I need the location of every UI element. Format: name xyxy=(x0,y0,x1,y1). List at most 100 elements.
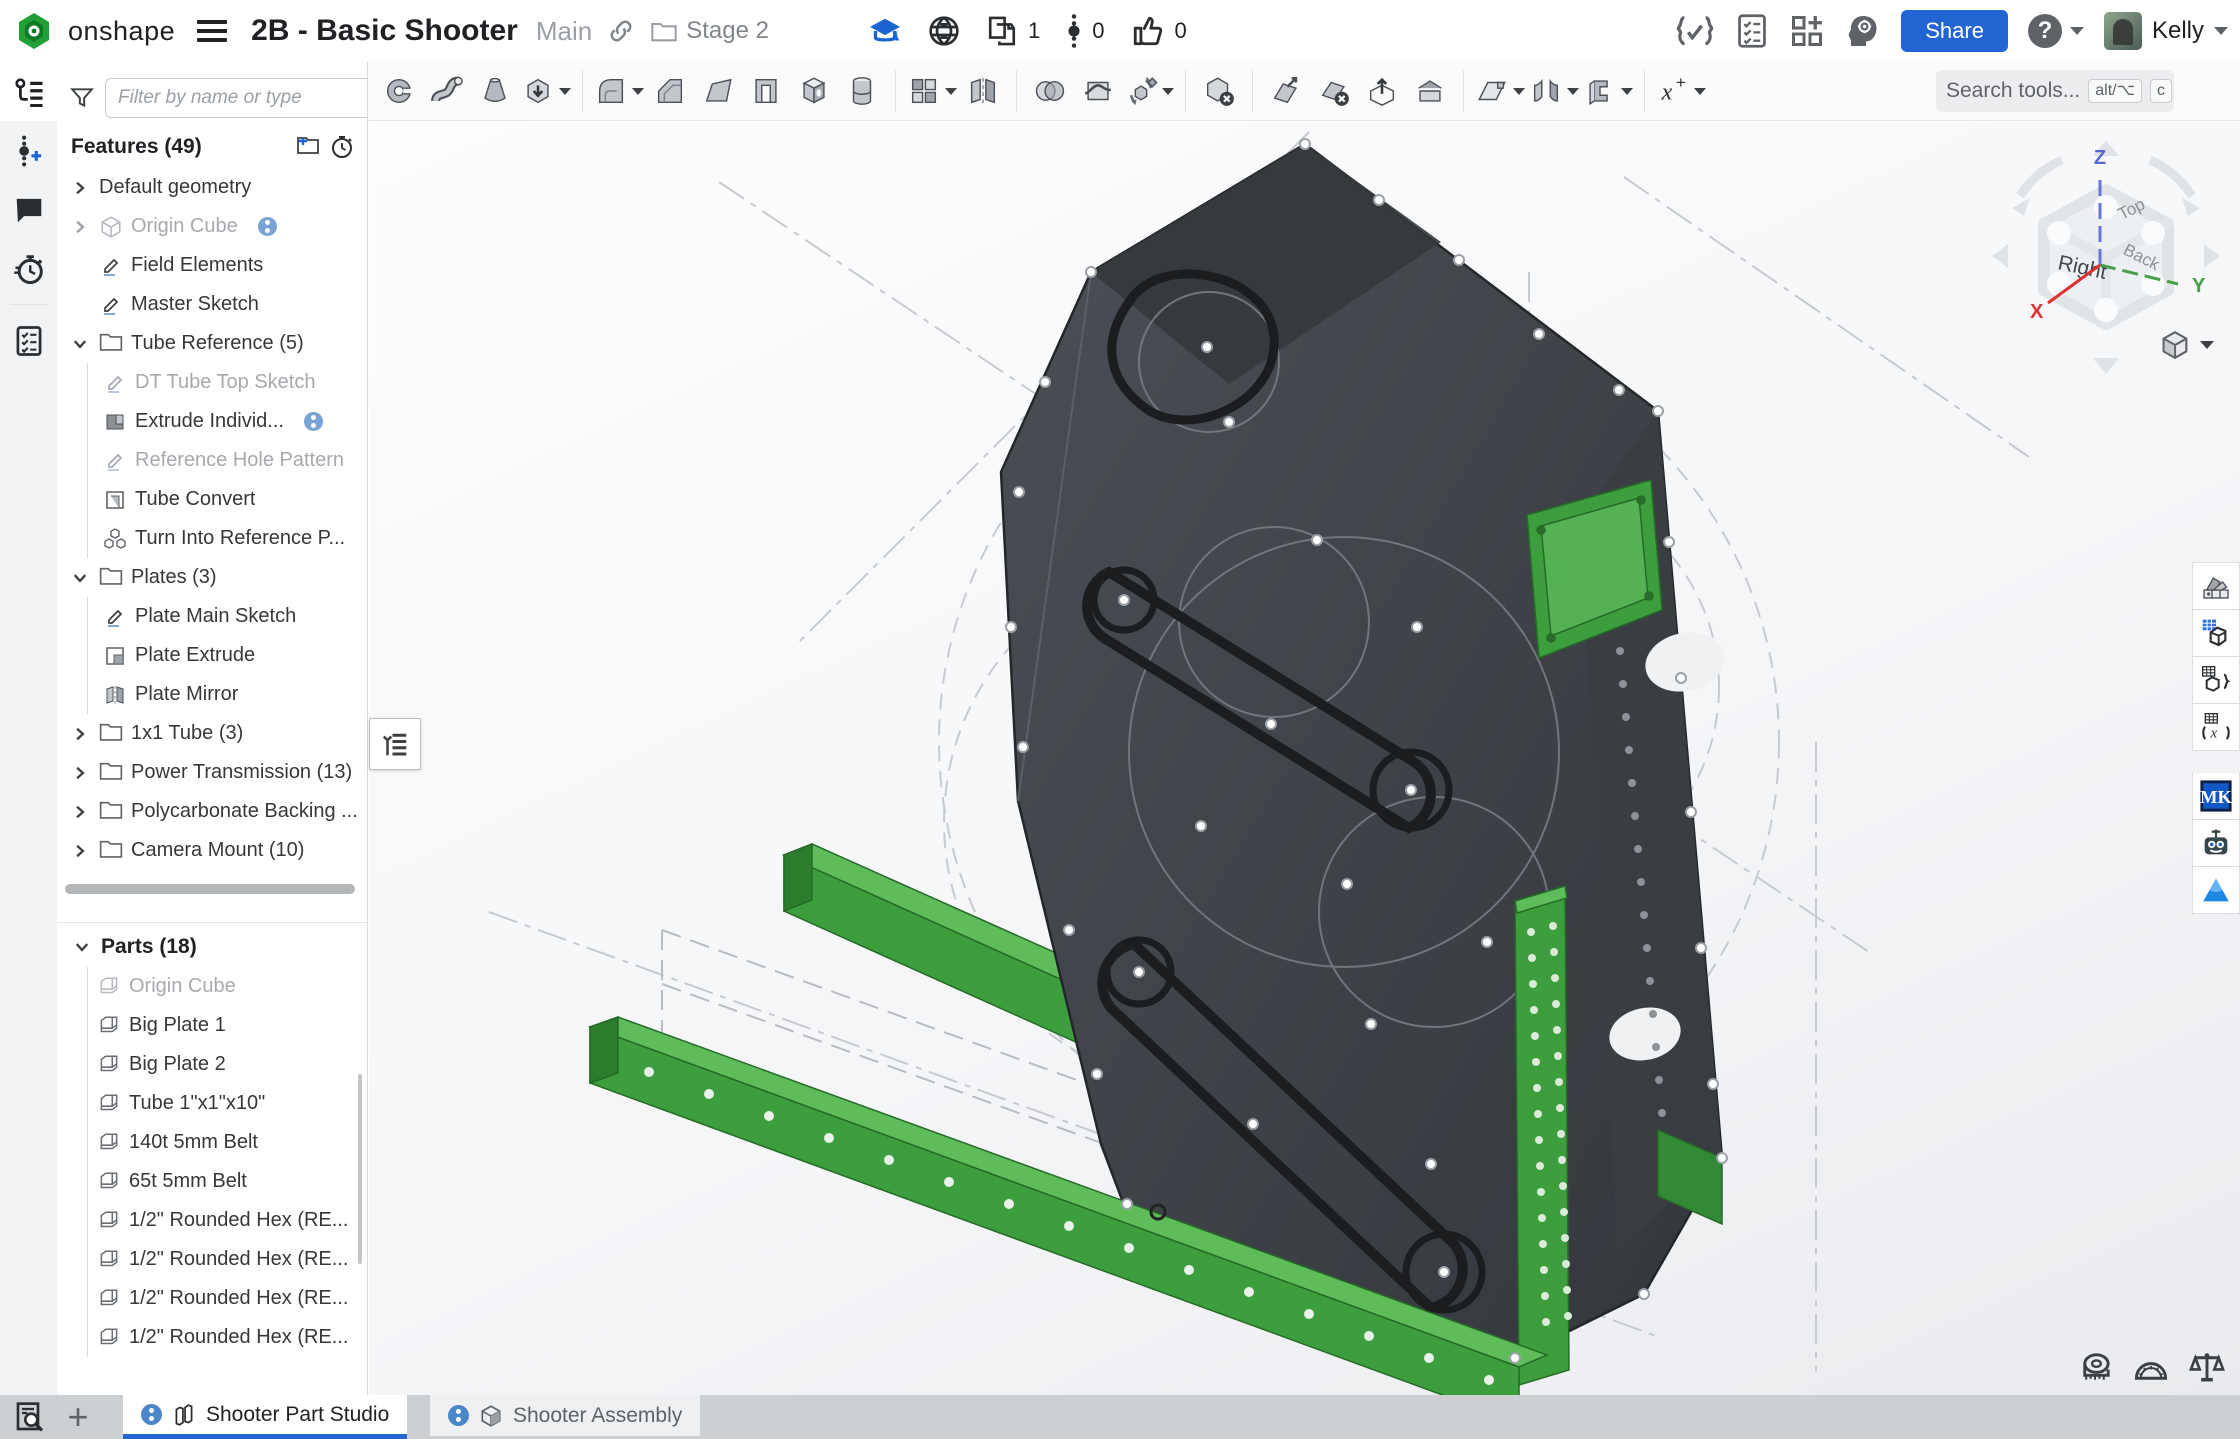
chevron-right-icon[interactable] xyxy=(69,177,91,199)
tab-shooter-part-studio[interactable]: Shooter Part Studio xyxy=(123,1395,407,1439)
help-icon[interactable]: ? xyxy=(2028,14,2062,48)
part-item[interactable]: Tube 1"x1"x10" xyxy=(57,1084,367,1123)
mass-properties-icon[interactable] xyxy=(2188,1349,2226,1387)
view-options-button[interactable] xyxy=(2158,328,2214,362)
filter-input[interactable] xyxy=(105,78,368,118)
linear-pattern-button[interactable] xyxy=(905,67,959,115)
chevron-down-icon[interactable] xyxy=(71,940,93,954)
chevron-right-icon[interactable] xyxy=(69,801,91,823)
part-item[interactable]: 1/2" Rounded Hex (RE... xyxy=(57,1279,367,1318)
vertical-scrollbar[interactable] xyxy=(358,1074,362,1264)
feature-item[interactable]: DT Tube Top Sketch xyxy=(57,363,367,402)
thumbs-up-icon[interactable] xyxy=(1131,14,1165,48)
feature-item[interactable]: Default geometry xyxy=(57,168,367,207)
fillet-button[interactable] xyxy=(592,67,646,115)
part-item[interactable]: Origin Cube xyxy=(57,967,367,1006)
variable-button[interactable] xyxy=(1654,67,1708,115)
move-face-button[interactable] xyxy=(1262,67,1310,115)
history-rail-button[interactable] xyxy=(0,239,57,298)
feature-item[interactable]: 1x1 Tube (3) xyxy=(57,714,367,753)
feature-item[interactable]: Field Elements xyxy=(57,246,367,285)
breadcrumb[interactable]: Stage 2 xyxy=(650,17,769,45)
insert-folder-icon[interactable] xyxy=(295,134,321,160)
parts-header[interactable]: Parts (18) xyxy=(101,935,355,959)
feature-item[interactable]: Reference Hole Pattern xyxy=(57,441,367,480)
globe-icon[interactable] xyxy=(928,15,960,47)
plane-button[interactable] xyxy=(1473,67,1527,115)
transform-button[interactable] xyxy=(1122,67,1176,115)
feature-item[interactable]: Plate Mirror xyxy=(57,675,367,714)
feature-item[interactable]: Tube Reference (5) xyxy=(57,324,367,363)
user-menu[interactable]: Kelly xyxy=(2104,12,2228,50)
learning-cap-icon[interactable] xyxy=(868,16,902,46)
feature-item[interactable]: Plates (3) xyxy=(57,558,367,597)
avatar[interactable] xyxy=(2104,12,2142,50)
appearance-swatches-button[interactable] xyxy=(2192,562,2240,610)
version-graph-icon[interactable] xyxy=(1066,13,1082,49)
document-title[interactable]: 2B - Basic Shooter xyxy=(251,14,518,48)
tab-shooter-assembly[interactable]: Shooter Assembly xyxy=(430,1395,700,1436)
chevron-down-icon[interactable] xyxy=(69,567,91,589)
surface-pattern-button[interactable] xyxy=(1527,67,1581,115)
search-tools-input[interactable]: Search tools... alt/⌥ c xyxy=(1936,70,2174,112)
part-item[interactable]: 1/2" Rounded Hex (RE... xyxy=(57,1201,367,1240)
part-item[interactable]: 1/2" Rounded Hex (RE... xyxy=(57,1240,367,1279)
robot-extension-button[interactable] xyxy=(2192,820,2240,867)
protractor-icon[interactable] xyxy=(2132,1349,2170,1387)
chevron-right-icon[interactable] xyxy=(69,840,91,862)
onshape-logo-icon[interactable] xyxy=(14,11,54,51)
delete-face-button[interactable] xyxy=(1310,67,1358,115)
copy-document-icon[interactable] xyxy=(986,14,1018,48)
hole-button[interactable] xyxy=(838,67,886,115)
feature-item[interactable]: Plate Extrude xyxy=(57,636,367,675)
split-button[interactable] xyxy=(1074,67,1122,115)
boolean-button[interactable] xyxy=(1026,67,1074,115)
chevron-right-icon[interactable] xyxy=(69,216,91,238)
part-item[interactable]: 140t 5mm Belt xyxy=(57,1123,367,1162)
revolve-button[interactable] xyxy=(375,67,423,115)
feature-list-toggle-button[interactable] xyxy=(369,718,421,770)
feature-item[interactable]: Plate Main Sketch xyxy=(57,597,367,636)
share-button[interactable]: Share xyxy=(1901,10,2008,52)
draft-button[interactable] xyxy=(694,67,742,115)
custom-grid-cube-button[interactable] xyxy=(2192,610,2240,657)
custom-grid-function-button[interactable]: x xyxy=(2192,704,2240,751)
tape-measure-icon[interactable] xyxy=(2076,1349,2114,1387)
feature-item[interactable]: Master Sketch xyxy=(57,285,367,324)
search-elements-button[interactable] xyxy=(8,1395,52,1439)
comments-rail-button[interactable] xyxy=(0,180,57,239)
ai-assistant-icon[interactable] xyxy=(1845,13,1881,49)
chevron-right-icon[interactable] xyxy=(69,762,91,784)
tasks-checklist-icon[interactable] xyxy=(1735,13,1769,49)
offset-surface-button[interactable] xyxy=(1358,67,1406,115)
mirror-button[interactable] xyxy=(959,67,1007,115)
horizontal-scrollbar[interactable] xyxy=(65,884,355,894)
hamburger-menu-icon[interactable] xyxy=(197,20,227,42)
thicken-button[interactable] xyxy=(519,67,573,115)
frame-button[interactable] xyxy=(1581,67,1635,115)
feature-item[interactable]: Polycarbonate Backing ... xyxy=(57,792,367,831)
feature-script-icon[interactable] xyxy=(1675,13,1715,49)
chamfer-button[interactable] xyxy=(646,67,694,115)
feature-item[interactable]: Tube Convert xyxy=(57,480,367,519)
chevron-down-icon[interactable] xyxy=(69,333,91,355)
feature-list-rail-button[interactable] xyxy=(0,62,57,121)
add-element-button[interactable]: + xyxy=(56,1395,100,1439)
delete-part-button[interactable] xyxy=(1195,67,1243,115)
feature-item[interactable]: Camera Mount (10) xyxy=(57,831,367,870)
chevron-right-icon[interactable] xyxy=(69,723,91,745)
part-item[interactable]: 65t 5mm Belt xyxy=(57,1162,367,1201)
feature-item[interactable]: Turn Into Reference P... xyxy=(57,519,367,558)
feature-item[interactable]: Origin Cube xyxy=(57,207,367,246)
alloy-extension-button[interactable] xyxy=(2192,867,2240,914)
shell-button[interactable] xyxy=(790,67,838,115)
help-menu[interactable]: ? xyxy=(2028,14,2084,48)
tasks-rail-button[interactable] xyxy=(0,311,57,370)
part-item[interactable]: Big Plate 2 xyxy=(57,1045,367,1084)
enclose-button[interactable] xyxy=(1406,67,1454,115)
part-item[interactable]: 1/2" Rounded Hex (RE... xyxy=(57,1318,367,1357)
rollback-icon[interactable] xyxy=(329,134,355,160)
mk-extension-button[interactable]: MK xyxy=(2192,773,2240,820)
apps-grid-plus-icon[interactable] xyxy=(1789,13,1825,49)
filter-icon[interactable] xyxy=(69,85,95,111)
